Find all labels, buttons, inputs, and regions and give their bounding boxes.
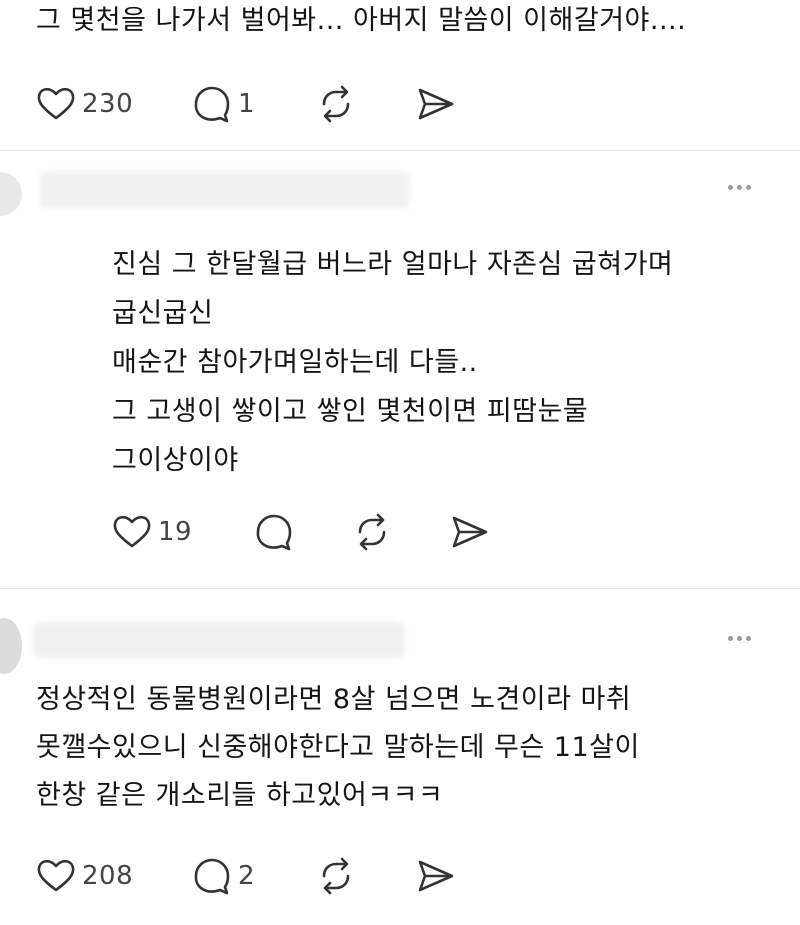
post-line: 한창 같은 개소리들 하고있어ㅋㅋㅋ bbox=[36, 780, 444, 811]
comment-bubble-icon bbox=[256, 514, 292, 551]
heart-icon bbox=[37, 859, 75, 892]
repost-arrows-icon bbox=[322, 85, 350, 123]
divider bbox=[0, 150, 800, 151]
reply-line: 굽신굽신 bbox=[112, 298, 214, 329]
reply-text: 진심 그 한달월급 버느라 얼마나 자존심 굽혀가며 굽신굽신 매순간 참아가며… bbox=[112, 240, 673, 485]
reply-count: 1 bbox=[238, 89, 256, 119]
avatar[interactable] bbox=[0, 618, 22, 674]
send-paper-plane-icon bbox=[418, 860, 454, 892]
reply-line: 그 고생이 쌓이고 쌓인 몇천이면 피땀눈물 bbox=[112, 396, 589, 427]
repost-arrows-icon bbox=[358, 513, 386, 551]
reply-button[interactable]: 1 bbox=[192, 84, 255, 124]
post-actions: 208 2 bbox=[36, 856, 536, 896]
like-button[interactable]: 208 bbox=[36, 856, 133, 896]
reply-line: 진심 그 한달월급 버느라 얼마나 자존심 굽혀가며 bbox=[112, 249, 674, 280]
more-options-button[interactable] bbox=[728, 185, 751, 190]
repost-button[interactable] bbox=[316, 84, 356, 124]
reply-button[interactable]: 2 bbox=[192, 856, 255, 896]
like-count: 19 bbox=[158, 517, 193, 547]
more-dots-icon bbox=[728, 185, 733, 190]
post-line: 정상적인 동물병원이라면 8살 넘으면 노견이라 마취 bbox=[36, 684, 632, 715]
more-options-button[interactable] bbox=[728, 636, 751, 641]
like-button[interactable]: 19 bbox=[112, 512, 192, 552]
repost-arrows-icon bbox=[322, 857, 350, 895]
reply-button[interactable] bbox=[254, 512, 294, 552]
reply-actions: 19 bbox=[112, 512, 532, 552]
heart-icon bbox=[37, 87, 75, 120]
post-text: 정상적인 동물병원이라면 8살 넘으면 노견이라 마취 못깰수있으니 신중해야한… bbox=[36, 676, 640, 820]
send-paper-plane-icon bbox=[452, 516, 488, 548]
like-count: 208 bbox=[82, 861, 134, 891]
reply-line: 매순간 참아가며일하는데 다들.. bbox=[112, 347, 478, 378]
heart-icon bbox=[113, 515, 151, 548]
send-paper-plane-icon bbox=[418, 88, 454, 120]
reply-line: 그이상이야 bbox=[112, 445, 239, 476]
share-button[interactable] bbox=[416, 856, 456, 896]
repost-button[interactable] bbox=[316, 856, 356, 896]
post-line: 못깰수있으니 신중해야한다고 말하는데 무슨 11살이 bbox=[36, 732, 640, 763]
like-button[interactable]: 230 bbox=[36, 84, 133, 124]
redacted-username bbox=[34, 622, 404, 658]
comment-bubble-icon bbox=[194, 858, 230, 895]
share-button[interactable] bbox=[416, 84, 456, 124]
post-actions: 230 1 bbox=[36, 84, 536, 124]
divider bbox=[0, 588, 800, 589]
post-text: 그 몇천을 나가서 벌어봐... 아버지 말씀이 이해갈거야.... bbox=[36, 5, 687, 36]
share-button[interactable] bbox=[450, 512, 490, 552]
reply-count: 2 bbox=[238, 861, 256, 891]
like-count: 230 bbox=[82, 89, 134, 119]
more-dots-icon bbox=[728, 636, 733, 641]
avatar[interactable] bbox=[0, 172, 22, 216]
redacted-username bbox=[40, 172, 410, 208]
repost-button[interactable] bbox=[352, 512, 392, 552]
comment-bubble-icon bbox=[194, 86, 230, 123]
